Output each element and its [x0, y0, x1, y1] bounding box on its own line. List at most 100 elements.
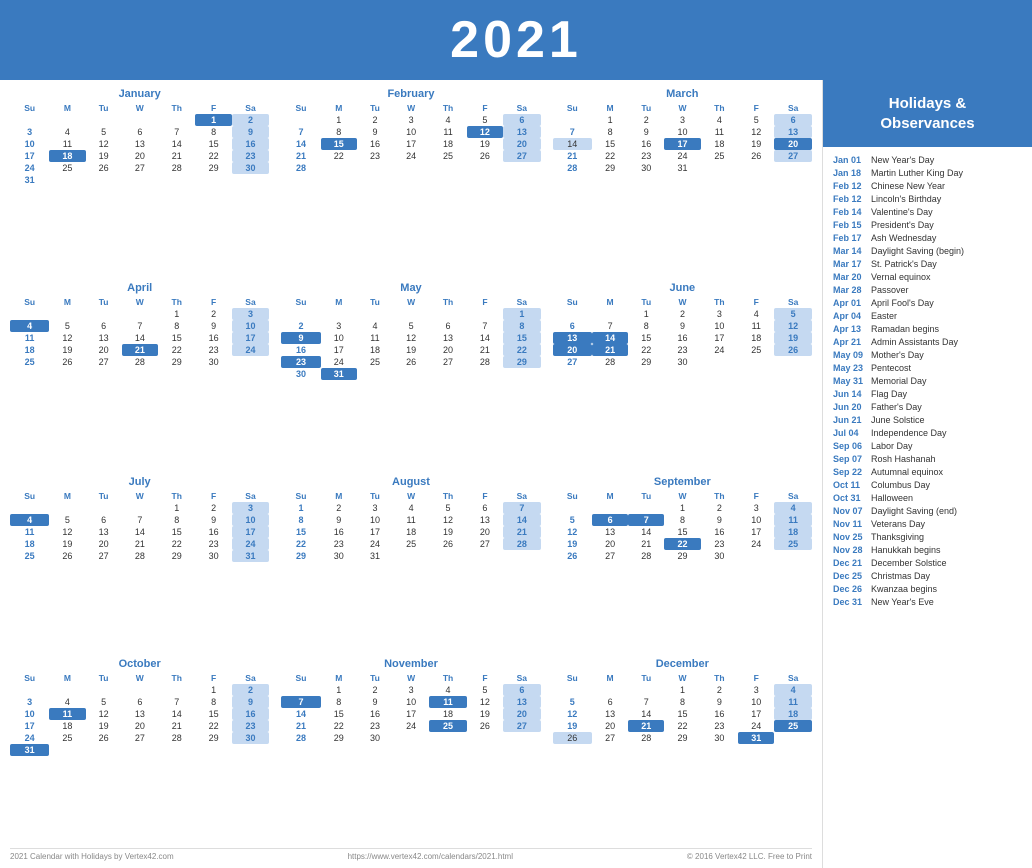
calendar-day: 9 [701, 696, 739, 708]
calendar-day: 7 [281, 126, 320, 138]
calendar-day: 5 [553, 514, 592, 526]
calendar-day: 18 [774, 708, 812, 720]
calendar-day: 26 [467, 720, 503, 732]
calendar-day: 20 [503, 708, 541, 720]
day-header: W [122, 490, 158, 502]
calendar-day: 25 [774, 538, 812, 550]
calendar-day: 21 [122, 538, 158, 550]
calendar-day: 26 [393, 356, 429, 368]
holiday-item-date: Sep 07 [833, 454, 871, 464]
calendar-day: 20 [86, 344, 122, 356]
day-header: F [738, 672, 774, 684]
calendar-day: 30 [701, 550, 739, 562]
holiday-item-name: April Fool's Day [871, 298, 934, 308]
calendar-day: 16 [281, 344, 320, 356]
holiday-item-date: Oct 31 [833, 493, 871, 503]
calendar-day: 28 [553, 162, 592, 174]
footer-right: © 2016 Vertex42 LLC. Free to Print [687, 852, 812, 861]
calendar-day: 3 [701, 308, 739, 320]
holiday-item-date: May 23 [833, 363, 871, 373]
calendar-day [774, 732, 812, 744]
calendar-day: 27 [122, 162, 158, 174]
holiday-item-date: Jul 04 [833, 428, 871, 438]
day-header: W [393, 296, 429, 308]
calendar-day: 9 [232, 126, 270, 138]
holiday-item-name: Pentecost [871, 363, 911, 373]
calendar-day: 24 [357, 538, 393, 550]
holiday-item: Mar 14Daylight Saving (begin) [833, 244, 1022, 257]
calendar-day: 27 [122, 732, 158, 744]
calendar-day: 10 [738, 514, 774, 526]
calendar-day: 14 [628, 526, 664, 538]
calendar-day: 11 [738, 320, 774, 332]
calendar-day [393, 368, 429, 380]
holiday-item-date: Jan 18 [833, 168, 871, 178]
day-header: Tu [86, 672, 122, 684]
holiday-item-date: Dec 26 [833, 584, 871, 594]
holiday-item: Dec 31New Year's Eve [833, 595, 1022, 608]
month-block-july: JulySuMTuWThFSa1234567891011121314151617… [10, 476, 269, 652]
calendar-day: 30 [628, 162, 664, 174]
calendar-day: 31 [357, 550, 393, 562]
calendar-day: 9 [701, 514, 739, 526]
holiday-item-name: Veterans Day [871, 519, 925, 529]
calendar-day: 10 [393, 126, 429, 138]
calendar-day: 24 [664, 150, 700, 162]
month-table: SuMTuWThFSa12345678910111213141516171819… [281, 102, 540, 174]
calendar-day: 21 [553, 150, 592, 162]
calendar-day: 1 [664, 684, 700, 696]
calendar-day: 8 [158, 514, 196, 526]
calendar-day: 3 [10, 126, 49, 138]
year-header: 2021 [0, 0, 1032, 80]
calendar-day [158, 114, 196, 126]
holiday-item-date: Feb 12 [833, 194, 871, 204]
calendar-day: 4 [738, 308, 774, 320]
holiday-item-date: Sep 22 [833, 467, 871, 477]
day-header: M [592, 102, 628, 114]
calendar-day: 8 [664, 696, 700, 708]
calendar-day: 22 [664, 538, 700, 550]
calendar-day: 8 [321, 696, 357, 708]
calendar-day [232, 356, 270, 368]
holiday-item-name: President's Day [871, 220, 934, 230]
calendar-day: 2 [628, 114, 664, 126]
calendar-day: 14 [122, 332, 158, 344]
holiday-item: Sep 22Autumnal equinox [833, 465, 1022, 478]
calendar-day: 23 [321, 538, 357, 550]
holiday-item: Jul 04Independence Day [833, 426, 1022, 439]
calendar-day: 24 [393, 150, 429, 162]
calendar-day: 30 [195, 550, 231, 562]
calendar-day: 4 [701, 114, 739, 126]
day-header: Su [553, 490, 592, 502]
calendar-day: 27 [467, 538, 503, 550]
calendar-day: 18 [701, 138, 739, 150]
month-title: May [281, 282, 540, 294]
calendar-day: 12 [553, 708, 592, 720]
day-header: F [738, 490, 774, 502]
day-header: M [49, 102, 85, 114]
month-table: SuMTuWThFSa12345678910111213141516171819… [10, 102, 269, 186]
calendar-day [86, 308, 122, 320]
calendar-day: 1 [195, 684, 231, 696]
calendar-day: 2 [195, 502, 231, 514]
calendar-day: 15 [321, 708, 357, 720]
calendar-day: 21 [628, 538, 664, 550]
calendar-day: 2 [357, 114, 393, 126]
day-header: W [122, 672, 158, 684]
holiday-item-name: Daylight Saving (begin) [871, 246, 964, 256]
calendar-day: 20 [86, 538, 122, 550]
holiday-item: Apr 13Ramadan begins [833, 322, 1022, 335]
calendar-day: 3 [232, 308, 270, 320]
calendar-day: 13 [429, 332, 467, 344]
holiday-item-date: May 09 [833, 350, 871, 360]
calendar-day: 30 [357, 732, 393, 744]
calendar-day: 14 [503, 514, 541, 526]
calendar-day: 4 [49, 126, 85, 138]
calendar-day: 23 [357, 150, 393, 162]
calendar-day: 2 [195, 308, 231, 320]
calendar-day: 1 [664, 502, 700, 514]
month-table: SuMTuWThFSa12345678910111213141516171819… [10, 296, 269, 368]
calendar-day: 1 [503, 308, 541, 320]
calendar-day [701, 356, 739, 368]
calendar-day: 3 [664, 114, 700, 126]
